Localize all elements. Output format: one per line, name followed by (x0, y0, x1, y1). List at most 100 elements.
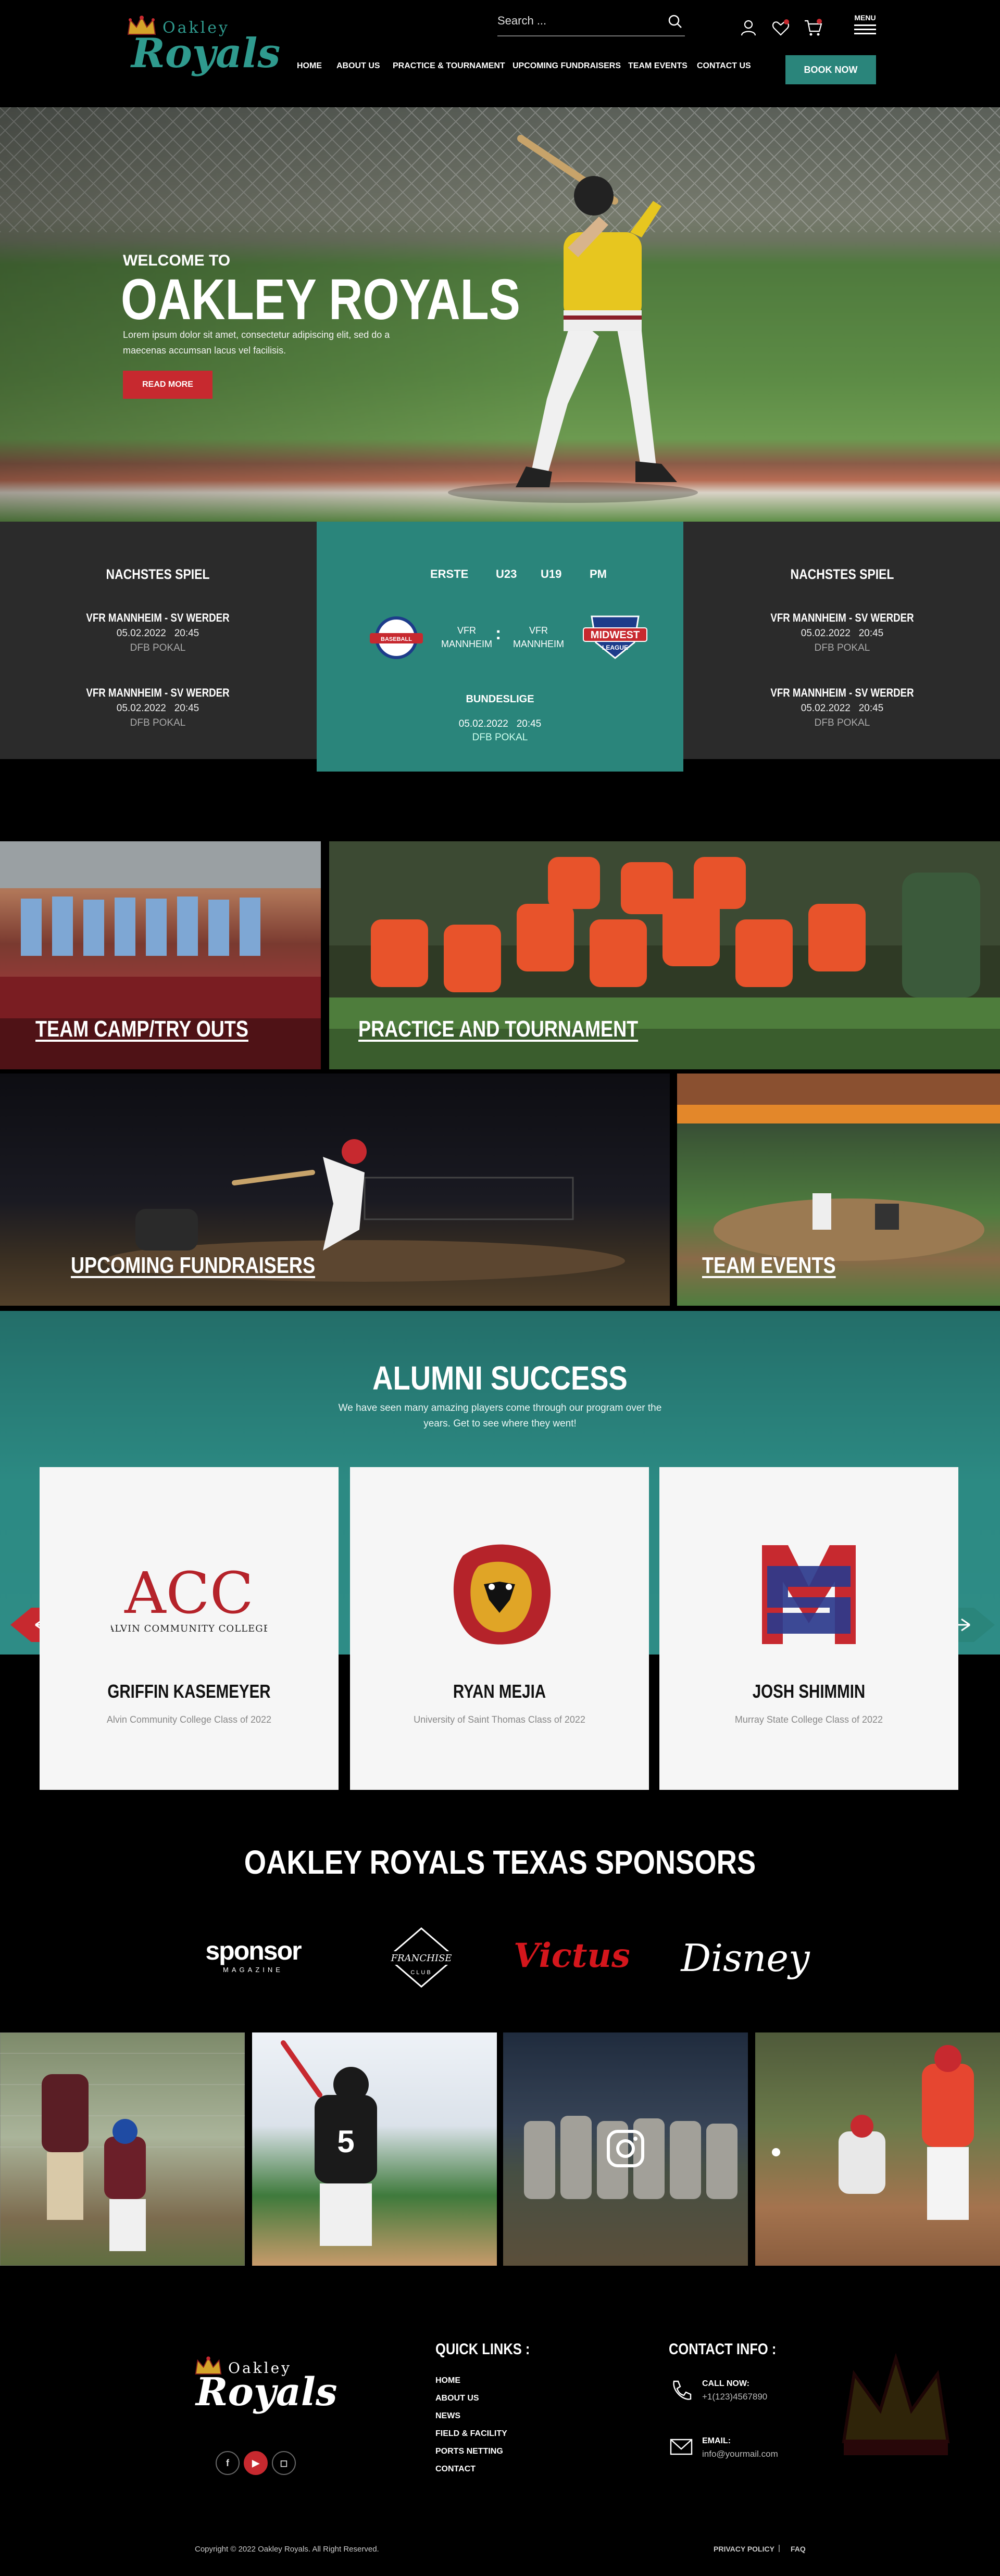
menu-button[interactable]: MENU (852, 14, 878, 40)
lion-logo (453, 1544, 551, 1645)
gallery-photo-3[interactable] (503, 2032, 748, 2266)
team-a-name-1: VFR (457, 625, 476, 636)
instagram-icon[interactable]: ◻ (272, 2451, 296, 2475)
fixtures-right: NACHSTES SPIEL VFR MANNHEIM - SV WERDER … (684, 522, 1000, 759)
heart-icon[interactable] (771, 18, 791, 37)
team-b-badge: MIDWEST LEAGUE (583, 615, 647, 659)
sponsor-3-name: Victus (515, 1936, 629, 1975)
team-b-name: VFR MANNHEIM (512, 624, 565, 651)
crown-watermark-icon (842, 2353, 950, 2455)
fixture-datetime: 05.02.2022 20:45 (684, 628, 1000, 639)
alumni-card[interactable]: RYAN MEJIA University of Saint Thomas Cl… (350, 1467, 649, 1790)
user-icon[interactable] (739, 18, 758, 37)
nav-contact-us[interactable]: CONTACT US (697, 61, 751, 71)
gallery-photo-1-image (0, 2032, 245, 2266)
tile-upcoming-fundraisers[interactable]: UPCOMING FUNDRAISERS (0, 1074, 670, 1306)
fixture-date: 05.02.2022 (801, 703, 851, 714)
sponsor-magazine-logo[interactable]: sponsor MAGAZINE (191, 1926, 316, 1989)
match-date: 05.02.2022 (458, 718, 508, 729)
nav-team-events[interactable]: TEAM EVENTS (628, 61, 688, 71)
phone-icon (673, 2380, 692, 2400)
gallery-photo-2[interactable]: 5 (252, 2032, 497, 2266)
fixture-item[interactable]: VFR MANNHEIM - SV WERDER 05.02.2022 20:4… (684, 686, 1000, 729)
footer-link-about-us[interactable]: ABOUT US (435, 2394, 479, 2403)
acc-logo-subtext: ALVIN COMMUNITY COLLEGE (111, 1623, 267, 1634)
fixture-item[interactable]: VFR MANNHEIM - SV WERDER 05.02.2022 20:4… (0, 611, 316, 654)
tab-u19[interactable]: U19 (541, 567, 561, 581)
acc-logo: ACC ALVIN COMMUNITY COLLEGE (111, 1560, 267, 1634)
victus-logo[interactable]: Victus (515, 1926, 629, 1989)
contact-info-title: CONTACT INFO : (669, 2341, 777, 2358)
sponsor-2-name: FRANCHISE (391, 1953, 452, 1964)
search-input[interactable] (497, 11, 654, 30)
alumni-school: University of Saint Thomas Class of 2022 (414, 1714, 585, 1725)
hamburger-icon-bar (854, 33, 876, 34)
nav-upcoming-fundraisers[interactable]: UPCOMING FUNDRAISERS (512, 61, 621, 71)
nav-practice-tournament[interactable]: PRACTICE & TOURNAMENT (393, 61, 505, 71)
team-a-badge-text: BASEBALL (381, 636, 412, 642)
match-time: 20:45 (516, 718, 542, 729)
score-separator: : (495, 624, 502, 643)
footer-link-field-facility[interactable]: FIELD & FACILITY (435, 2429, 507, 2439)
footer-logo[interactable]: Oakley Royals (190, 2352, 338, 2425)
sponsor-4-name: Disney (680, 1936, 810, 1980)
footer-link-news[interactable]: NEWS (435, 2411, 460, 2421)
phone-number[interactable]: +1(123)4567890 (702, 2392, 767, 2402)
nav-about-us[interactable]: ABOUT US (336, 61, 380, 71)
email-address[interactable]: info@yourmail.com (702, 2449, 778, 2459)
instagram-icon[interactable] (605, 2128, 646, 2169)
alumni-school: Murray State College Class of 2022 (734, 1714, 883, 1725)
gallery-photo-1[interactable] (0, 2032, 245, 2266)
fixtures-heading: NACHSTES SPIEL (790, 566, 894, 582)
fixture-time: 20:45 (174, 628, 199, 639)
alumni-card[interactable]: ACC ALVIN COMMUNITY COLLEGE GRIFFIN KASE… (40, 1467, 339, 1790)
site-header: Oakley Royals MENU HOME ABOUT US PRACTIC… (0, 0, 1000, 107)
privacy-policy-link[interactable]: PRIVACY POLICY (714, 2545, 774, 2553)
franchise-club-logo[interactable]: FRANCHISE CLUB (377, 1926, 466, 1989)
team-a-name: VFR MANNHEIM (441, 624, 493, 651)
tab-pm[interactable]: PM (590, 567, 607, 581)
ms-logo (762, 1545, 856, 1644)
cart-icon[interactable] (803, 18, 823, 37)
hamburger-icon (854, 24, 876, 26)
acc-logo-text: ACC (124, 1560, 254, 1626)
hero-text: Lorem ipsum dolor sit amet, consectetur … (123, 330, 390, 356)
search-icon[interactable] (667, 14, 683, 29)
call-now-label: CALL NOW: (702, 2379, 749, 2388)
hero-title: OAKLEY ROYALS (121, 268, 520, 332)
sponsor-2-sub: CLUB (410, 1969, 432, 1976)
fixture-teams: VFR MANNHEIM - SV WERDER (86, 686, 230, 699)
footer-link-contact[interactable]: CONTACT (435, 2465, 476, 2474)
tab-erste[interactable]: ERSTE (430, 567, 468, 581)
alumni-school: Alvin Community College Class of 2022 (106, 1714, 272, 1725)
sponsor-1-name: sponsor (205, 1936, 302, 1965)
gallery-photo-4[interactable] (755, 2032, 1000, 2266)
fixture-date: 05.02.2022 (116, 628, 166, 639)
footer-link-home[interactable]: HOME (435, 2376, 460, 2385)
read-more-button[interactable]: READ MORE (123, 371, 213, 399)
tab-u23[interactable]: U23 (496, 567, 517, 581)
footer-link-ports-netting[interactable]: PORTS NETTING (435, 2447, 503, 2456)
fixture-datetime: 05.02.2022 20:45 (684, 703, 1000, 714)
tile-team-camp[interactable]: TEAM CAMP/TRY OUTS (0, 841, 321, 1069)
nav-home[interactable]: HOME (297, 61, 322, 71)
tile-practice-tournament[interactable]: PRACTICE AND TOURNAMENT (329, 841, 1000, 1069)
featured-match-card: ERSTE U23 U19 PM BASEBALL VFR MANNHEIM : … (317, 522, 683, 772)
disney-logo[interactable]: Disney (680, 1926, 810, 1989)
fixture-item[interactable]: VFR MANNHEIM - SV WERDER 05.02.2022 20:4… (0, 686, 316, 729)
menu-label: MENU (854, 14, 876, 22)
copyright-text: Copyright © 2022 Oakley Royals. All Righ… (195, 2545, 379, 2554)
alumni-card[interactable]: JOSH SHIMMIN Murray State College Class … (659, 1467, 958, 1790)
alumni-subtitle: We have seen many amazing players come t… (338, 1403, 662, 1429)
fixture-item[interactable]: VFR MANNHEIM - SV WERDER 05.02.2022 20:4… (684, 611, 1000, 654)
facebook-icon[interactable]: f (216, 2451, 240, 2475)
email-icon (670, 2439, 693, 2455)
fixture-cup: DFB POKAL (130, 642, 186, 653)
faq-link[interactable]: FAQ (791, 2545, 806, 2553)
league-name: BUNDESLIGE (466, 693, 534, 705)
site-logo[interactable]: Oakley Royals (121, 15, 280, 87)
youtube-icon[interactable]: ▶ (244, 2451, 268, 2475)
book-now-button[interactable]: BOOK NOW (785, 55, 876, 84)
match-cup: DFB POKAL (472, 732, 528, 743)
tile-team-events[interactable]: TEAM EVENTS (677, 1074, 1000, 1306)
